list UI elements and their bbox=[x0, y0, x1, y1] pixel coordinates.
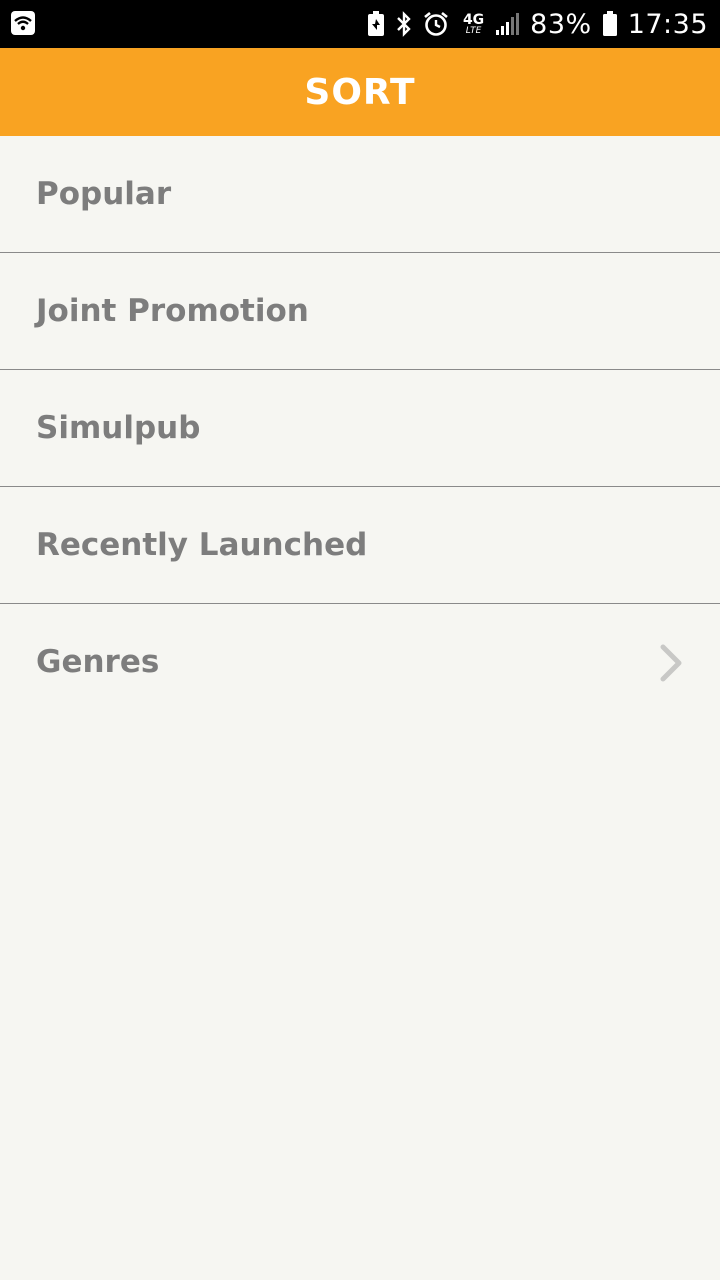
sort-option-label: Recently Launched bbox=[36, 527, 368, 563]
battery-icon bbox=[602, 11, 618, 37]
wifi-icon bbox=[10, 10, 36, 36]
sort-option-simulpub[interactable]: Simulpub bbox=[0, 370, 720, 487]
clock: 17:35 bbox=[627, 8, 708, 40]
chevron-right-icon bbox=[658, 644, 684, 682]
sort-option-label: Genres bbox=[36, 644, 160, 680]
sort-option-recently-launched[interactable]: Recently Launched bbox=[0, 487, 720, 604]
header: SORT bbox=[0, 48, 720, 136]
alarm-icon bbox=[423, 11, 449, 37]
battery-percent: 83% bbox=[530, 8, 592, 40]
signal-icon bbox=[494, 12, 520, 36]
sort-option-label: Popular bbox=[36, 176, 172, 212]
sort-option-popular[interactable]: Popular bbox=[0, 136, 720, 253]
page-title: SORT bbox=[304, 71, 416, 113]
sort-option-label: Joint Promotion bbox=[36, 293, 309, 329]
sort-option-joint-promotion[interactable]: Joint Promotion bbox=[0, 253, 720, 370]
battery-saver-icon bbox=[367, 11, 385, 37]
sort-options-list: Popular Joint Promotion Simulpub Recentl… bbox=[0, 136, 720, 720]
sort-option-genres[interactable]: Genres bbox=[0, 604, 720, 720]
status-icons: 4G LTE 83% 17:35 bbox=[357, 0, 708, 48]
status-bar: 4G LTE 83% 17:35 bbox=[0, 0, 720, 48]
sort-option-label: Simulpub bbox=[36, 410, 201, 446]
network-4g-icon: 4G LTE bbox=[462, 11, 485, 36]
bluetooth-icon bbox=[395, 11, 413, 37]
